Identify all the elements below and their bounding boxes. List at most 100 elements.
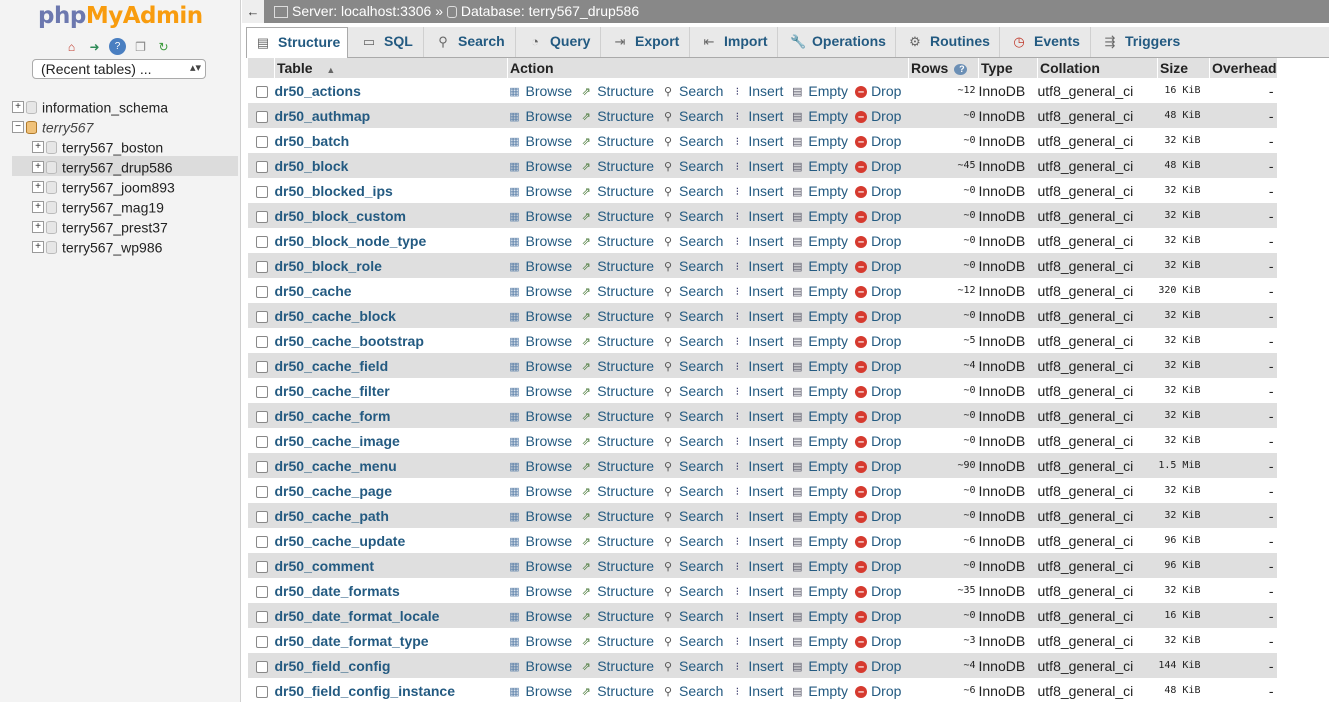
table-name-link[interactable]: dr50_date_formats bbox=[274, 578, 508, 603]
action-search[interactable]: ⚲ Search bbox=[661, 508, 723, 524]
db-node-terry567-joom893[interactable]: + terry567_joom893 bbox=[12, 176, 238, 196]
action-drop[interactable]: – Drop bbox=[855, 483, 901, 499]
action-empty[interactable]: ▤ Empty bbox=[790, 633, 848, 649]
action-search[interactable]: ⚲ Search bbox=[661, 333, 723, 349]
action-browse[interactable]: ▦ Browse bbox=[508, 683, 572, 699]
action-structure[interactable]: ⇗ Structure bbox=[579, 658, 654, 674]
action-search[interactable]: ⚲ Search bbox=[661, 683, 723, 699]
action-empty[interactable]: ▤ Empty bbox=[790, 383, 848, 399]
action-search[interactable]: ⚲ Search bbox=[661, 608, 723, 624]
header-table[interactable]: Table ▲ bbox=[274, 58, 508, 78]
db-node-terry567-boston[interactable]: + terry567_boston bbox=[12, 136, 238, 156]
action-insert[interactable]: ⁝ Insert bbox=[730, 633, 784, 649]
action-drop[interactable]: – Drop bbox=[855, 508, 901, 524]
action-insert[interactable]: ⁝ Insert bbox=[730, 683, 784, 699]
row-checkbox[interactable] bbox=[255, 285, 268, 298]
tab-routines[interactable]: ⚙ Routines bbox=[896, 27, 1000, 57]
row-checkbox[interactable] bbox=[255, 385, 268, 398]
action-insert[interactable]: ⁝ Insert bbox=[730, 283, 784, 299]
row-checkbox[interactable] bbox=[255, 585, 268, 598]
row-checkbox[interactable] bbox=[255, 185, 268, 198]
action-browse[interactable]: ▦ Browse bbox=[508, 558, 572, 574]
row-checkbox[interactable] bbox=[255, 110, 268, 123]
action-structure[interactable]: ⇗ Structure bbox=[579, 458, 654, 474]
action-empty[interactable]: ▤ Empty bbox=[790, 433, 848, 449]
action-search[interactable]: ⚲ Search bbox=[661, 208, 723, 224]
action-drop[interactable]: – Drop bbox=[855, 458, 901, 474]
action-empty[interactable]: ▤ Empty bbox=[790, 533, 848, 549]
action-browse[interactable]: ▦ Browse bbox=[508, 508, 572, 524]
action-structure[interactable]: ⇗ Structure bbox=[579, 608, 654, 624]
back-arrow-icon[interactable]: ← bbox=[242, 0, 264, 23]
action-insert[interactable]: ⁝ Insert bbox=[730, 308, 784, 324]
recent-tables-select[interactable]: (Recent tables) ... ▴▾ bbox=[32, 59, 206, 79]
action-browse[interactable]: ▦ Browse bbox=[508, 308, 572, 324]
table-name-link[interactable]: dr50_cache_menu bbox=[274, 453, 508, 478]
action-structure[interactable]: ⇗ Structure bbox=[579, 583, 654, 599]
table-name-link[interactable]: dr50_date_format_type bbox=[274, 628, 508, 653]
table-name-link[interactable]: dr50_batch bbox=[274, 128, 508, 153]
tab-structure[interactable]: ▤ Structure bbox=[246, 27, 348, 58]
action-search[interactable]: ⚲ Search bbox=[661, 583, 723, 599]
action-structure[interactable]: ⇗ Structure bbox=[579, 408, 654, 424]
table-name-link[interactable]: dr50_comment bbox=[274, 553, 508, 578]
action-structure[interactable]: ⇗ Structure bbox=[579, 508, 654, 524]
action-browse[interactable]: ▦ Browse bbox=[508, 108, 572, 124]
expand-icon[interactable]: + bbox=[32, 141, 44, 154]
breadcrumb-server[interactable]: Server: localhost:3306 bbox=[292, 3, 431, 19]
action-browse[interactable]: ▦ Browse bbox=[508, 208, 572, 224]
table-name-link[interactable]: dr50_authmap bbox=[274, 103, 508, 128]
action-browse[interactable]: ▦ Browse bbox=[508, 658, 572, 674]
action-search[interactable]: ⚲ Search bbox=[661, 108, 723, 124]
action-browse[interactable]: ▦ Browse bbox=[508, 483, 572, 499]
action-drop[interactable]: – Drop bbox=[855, 308, 901, 324]
expand-icon[interactable]: + bbox=[32, 201, 44, 214]
help-icon[interactable]: ? bbox=[109, 38, 126, 55]
action-empty[interactable]: ▤ Empty bbox=[790, 133, 848, 149]
header-type[interactable]: Type bbox=[978, 58, 1038, 78]
action-insert[interactable]: ⁝ Insert bbox=[730, 483, 784, 499]
action-drop[interactable]: – Drop bbox=[855, 258, 901, 274]
action-drop[interactable]: – Drop bbox=[855, 533, 901, 549]
action-empty[interactable]: ▤ Empty bbox=[790, 608, 848, 624]
expand-icon[interactable]: + bbox=[32, 241, 44, 254]
action-empty[interactable]: ▤ Empty bbox=[790, 508, 848, 524]
row-checkbox[interactable] bbox=[255, 135, 268, 148]
action-empty[interactable]: ▤ Empty bbox=[790, 233, 848, 249]
table-name-link[interactable]: dr50_blocked_ips bbox=[274, 178, 508, 203]
row-checkbox[interactable] bbox=[255, 685, 268, 698]
header-collation[interactable]: Collation bbox=[1037, 58, 1158, 78]
action-browse[interactable]: ▦ Browse bbox=[508, 408, 572, 424]
action-structure[interactable]: ⇗ Structure bbox=[579, 158, 654, 174]
row-checkbox[interactable] bbox=[255, 485, 268, 498]
action-structure[interactable]: ⇗ Structure bbox=[579, 483, 654, 499]
action-structure[interactable]: ⇗ Structure bbox=[579, 233, 654, 249]
action-structure[interactable]: ⇗ Structure bbox=[579, 258, 654, 274]
action-search[interactable]: ⚲ Search bbox=[661, 383, 723, 399]
action-empty[interactable]: ▤ Empty bbox=[790, 458, 848, 474]
action-empty[interactable]: ▤ Empty bbox=[790, 83, 848, 99]
action-browse[interactable]: ▦ Browse bbox=[508, 133, 572, 149]
action-structure[interactable]: ⇗ Structure bbox=[579, 533, 654, 549]
action-browse[interactable]: ▦ Browse bbox=[508, 458, 572, 474]
action-browse[interactable]: ▦ Browse bbox=[508, 158, 572, 174]
action-browse[interactable]: ▦ Browse bbox=[508, 83, 572, 99]
tab-search[interactable]: ⚲ Search bbox=[424, 27, 516, 57]
db-group-terry567[interactable]: − terry567 bbox=[12, 116, 238, 136]
db-node-information-schema[interactable]: + information_schema bbox=[12, 96, 238, 116]
action-structure[interactable]: ⇗ Structure bbox=[579, 683, 654, 699]
action-drop[interactable]: – Drop bbox=[855, 583, 901, 599]
action-browse[interactable]: ▦ Browse bbox=[508, 183, 572, 199]
action-drop[interactable]: – Drop bbox=[855, 283, 901, 299]
action-insert[interactable]: ⁝ Insert bbox=[730, 383, 784, 399]
action-browse[interactable]: ▦ Browse bbox=[508, 633, 572, 649]
expand-icon[interactable]: + bbox=[12, 101, 24, 114]
action-search[interactable]: ⚲ Search bbox=[661, 658, 723, 674]
action-structure[interactable]: ⇗ Structure bbox=[579, 308, 654, 324]
logout-icon[interactable]: ➜ bbox=[86, 38, 103, 55]
action-browse[interactable]: ▦ Browse bbox=[508, 358, 572, 374]
action-insert[interactable]: ⁝ Insert bbox=[730, 533, 784, 549]
table-name-link[interactable]: dr50_block_role bbox=[274, 253, 508, 278]
tab-events[interactable]: ◷ Events bbox=[1000, 27, 1091, 57]
table-name-link[interactable]: dr50_cache_block bbox=[274, 303, 508, 328]
